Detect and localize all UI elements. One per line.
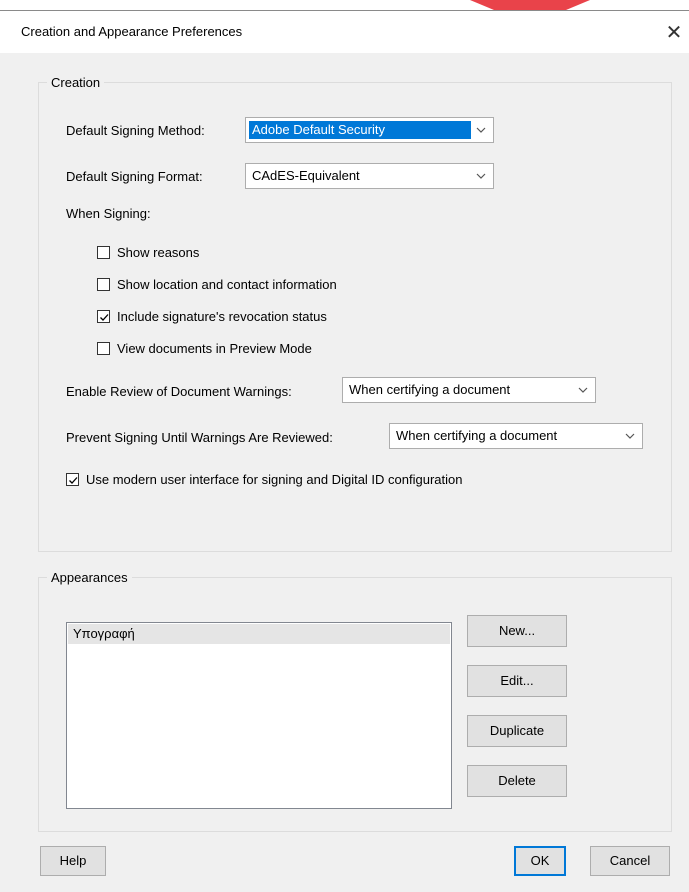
appearances-legend: Appearances — [47, 570, 132, 585]
edit-appearance-button[interactable]: Edit... — [467, 665, 567, 697]
appearances-list[interactable]: Υπογραφή — [66, 622, 452, 809]
show-location-label: Show location and contact information — [117, 277, 337, 292]
default-signing-format-select[interactable]: CAdES-Equivalent — [245, 163, 494, 189]
chevron-down-icon — [618, 424, 642, 448]
duplicate-appearance-button[interactable]: Duplicate — [467, 715, 567, 747]
chevron-down-icon — [571, 378, 595, 402]
appearance-list-item[interactable]: Υπογραφή — [68, 624, 450, 644]
default-signing-format-label: Default Signing Format: — [66, 169, 203, 184]
prevent-signing-select[interactable]: When certifying a document — [389, 423, 643, 449]
show-reasons-checkbox[interactable] — [97, 246, 110, 259]
include-revocation-checkbox[interactable] — [97, 310, 110, 323]
modern-ui-checkbox[interactable] — [66, 473, 79, 486]
show-location-checkbox[interactable] — [97, 278, 110, 291]
default-signing-method-label: Default Signing Method: — [66, 123, 205, 138]
preferences-dialog: Creation and Appearance Preferences ✕ Cr… — [0, 10, 689, 892]
modern-ui-label: Use modern user interface for signing an… — [86, 472, 463, 487]
cancel-button[interactable]: Cancel — [590, 846, 670, 876]
dialog-title: Creation and Appearance Preferences — [21, 24, 243, 39]
chevron-down-icon — [469, 164, 493, 188]
when-signing-label: When Signing: — [66, 206, 151, 221]
background-accent-top — [470, 0, 590, 10]
enable-review-label: Enable Review of Document Warnings: — [66, 384, 292, 399]
new-appearance-button[interactable]: New... — [467, 615, 567, 647]
prevent-signing-value: When certifying a document — [396, 428, 558, 443]
enable-review-select[interactable]: When certifying a document — [342, 377, 596, 403]
help-button[interactable]: Help — [40, 846, 106, 876]
preview-mode-label: View documents in Preview Mode — [117, 341, 312, 356]
chevron-down-icon — [469, 118, 493, 142]
include-revocation-label: Include signature's revocation status — [117, 309, 327, 324]
default-signing-method-value: Adobe Default Security — [249, 121, 471, 139]
default-signing-method-select[interactable]: Adobe Default Security — [245, 117, 494, 143]
close-icon[interactable]: ✕ — [659, 15, 689, 49]
preview-mode-checkbox[interactable] — [97, 342, 110, 355]
creation-legend: Creation — [47, 75, 105, 90]
delete-appearance-button[interactable]: Delete — [467, 765, 567, 797]
title-bar: Creation and Appearance Preferences ✕ — [0, 11, 689, 53]
default-signing-format-value: CAdES-Equivalent — [252, 168, 360, 183]
prevent-signing-label: Prevent Signing Until Warnings Are Revie… — [66, 430, 333, 445]
show-reasons-label: Show reasons — [117, 245, 200, 260]
ok-button[interactable]: OK — [514, 846, 566, 876]
enable-review-value: When certifying a document — [349, 382, 511, 397]
